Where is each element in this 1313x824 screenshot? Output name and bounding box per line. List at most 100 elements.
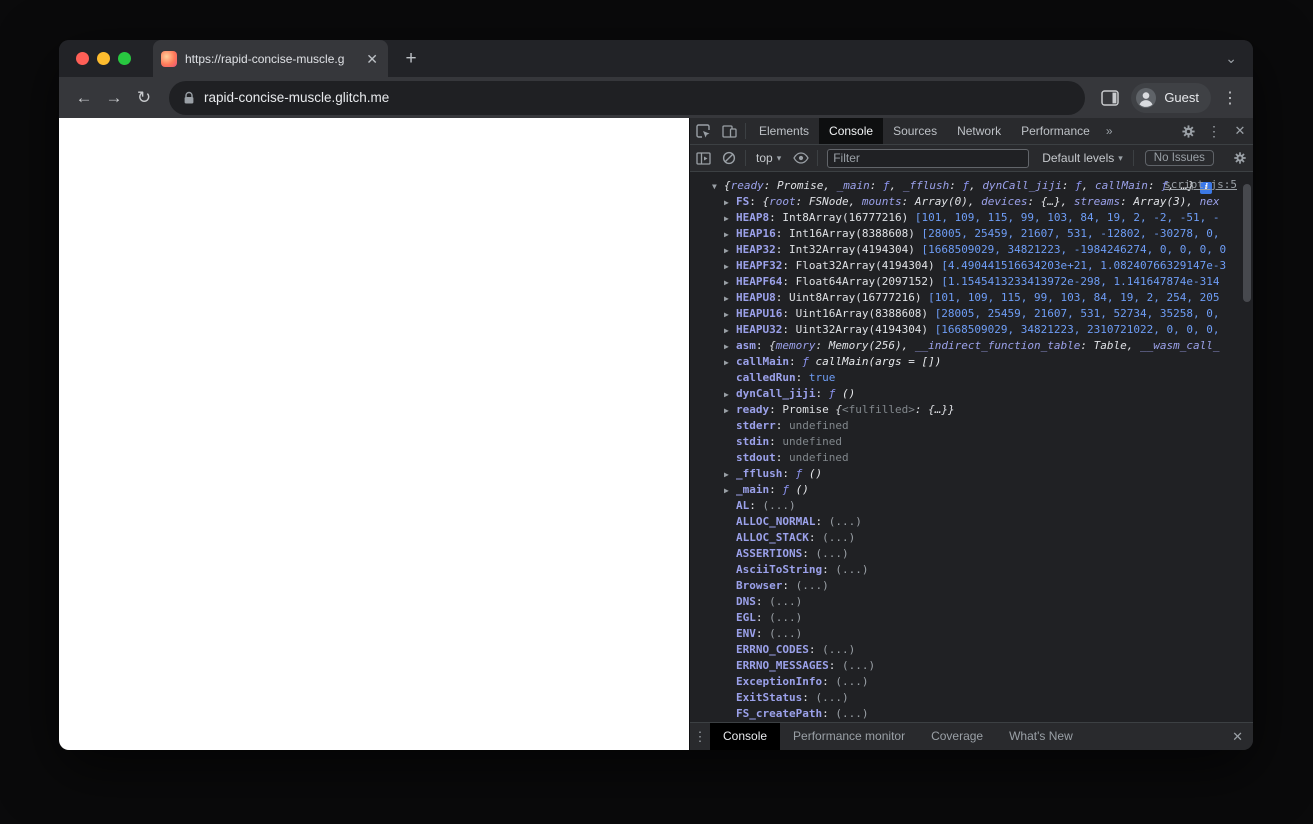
browser-menu-button[interactable]: ⋮ xyxy=(1217,88,1243,108)
expand-arrow-icon[interactable]: ▶ xyxy=(724,467,736,482)
devtools-settings-gear-icon[interactable] xyxy=(1175,118,1201,144)
console-text-segment: __wasm_call_ xyxy=(1140,339,1220,352)
console-text-segment: : Array(3), xyxy=(1120,195,1200,208)
address-bar[interactable]: rapid-concise-muscle.glitch.me xyxy=(169,80,1086,115)
drawer-tab-whats-new[interactable]: What's New xyxy=(996,723,1086,750)
side-panel-icon[interactable] xyxy=(1095,83,1125,113)
browser-tab[interactable]: https://rapid-concise-muscle.g ✕ xyxy=(153,40,388,77)
console-text-segment: : xyxy=(755,627,770,640)
expand-arrow-icon[interactable]: ▶ xyxy=(724,387,736,402)
console-text-segment: ready xyxy=(730,179,764,192)
console-text-segment: HEAPU16 xyxy=(736,307,783,320)
console-scrollbar-thumb[interactable] xyxy=(1243,184,1251,302)
issues-counter-button[interactable]: No Issues xyxy=(1144,150,1214,166)
expand-arrow-icon[interactable]: ▶ xyxy=(724,323,736,338)
devtools-tab-console[interactable]: Console xyxy=(819,118,884,144)
console-text-segment: memory xyxy=(775,339,816,352)
expand-arrow-icon[interactable]: ▶ xyxy=(724,275,736,290)
page-viewport[interactable] xyxy=(59,118,689,750)
console-row: ▶ HEAPF32: Float32Array(4194304) [4.49044… xyxy=(690,258,1253,274)
expand-arrow-icon[interactable]: ▶ xyxy=(724,211,736,226)
drawer-close-icon[interactable]: ✕ xyxy=(1222,729,1253,745)
separator xyxy=(1132,150,1134,166)
source-link[interactable]: script.js:5 xyxy=(1164,178,1237,191)
console-text-segment: : {…}} xyxy=(914,403,955,416)
reload-button[interactable]: ↻ xyxy=(129,83,159,113)
expand-arrow-icon[interactable]: ▶ xyxy=(724,227,736,242)
tab-title: https://rapid-concise-muscle.g xyxy=(185,51,345,66)
devtools-tab-network[interactable]: Network xyxy=(947,118,1011,144)
console-text-segment: ƒ xyxy=(1075,179,1082,192)
console-text-segment: : Promise xyxy=(769,403,836,416)
log-levels-selector[interactable]: Default levels ▾ xyxy=(1035,151,1130,165)
devtools-close-icon[interactable]: ✕ xyxy=(1227,118,1253,144)
new-tab-button[interactable]: + xyxy=(398,46,424,72)
console-text-segment: AL xyxy=(736,499,750,512)
expand-arrow-icon[interactable]: ▶ xyxy=(724,403,736,418)
console-row: ▶ ready: Promise {<fulfilled>: {…}} xyxy=(690,402,1253,418)
expand-arrow-icon[interactable]: ▶ xyxy=(724,291,736,306)
console-text-segment: stdout xyxy=(736,451,776,464)
context-label: top xyxy=(756,151,773,165)
more-tabs-icon[interactable]: » xyxy=(1100,124,1119,138)
console-text-segment: ƒ xyxy=(802,355,816,368)
tab-search-chevron-icon[interactable]: ⌄ xyxy=(1225,50,1237,67)
console-sidebar-icon[interactable] xyxy=(690,145,716,171)
console-text-segment: _fflush xyxy=(736,467,783,480)
devtools-tab-sources[interactable]: Sources xyxy=(883,118,947,144)
console-text-segment: [4.490441516634203e+21, 1.08240766329147… xyxy=(941,259,1227,272)
device-toolbar-icon[interactable] xyxy=(716,118,742,144)
minimize-window-button[interactable] xyxy=(97,52,110,65)
expand-arrow-icon[interactable]: ▶ xyxy=(724,243,736,258)
console-text-segment: Browser xyxy=(736,579,783,592)
console-text-segment: : xyxy=(782,579,796,592)
console-text-segment: : xyxy=(782,467,796,480)
console-text-segment: (...) xyxy=(769,595,803,608)
maximize-window-button[interactable] xyxy=(118,52,131,65)
console-row: ASSERTIONS: (...) xyxy=(690,546,1253,562)
profile-name: Guest xyxy=(1164,90,1199,105)
forward-button[interactable]: → xyxy=(99,83,129,113)
live-expression-eye-icon[interactable] xyxy=(788,145,814,171)
console-text-segment: (...) xyxy=(835,563,869,576)
separator xyxy=(817,150,819,166)
back-button[interactable]: ← xyxy=(69,83,99,113)
toolbar-right-icons: Guest ⋮ xyxy=(1095,82,1243,113)
devtools-tab-performance[interactable]: Performance xyxy=(1011,118,1100,144)
inspect-element-icon[interactable] xyxy=(690,118,716,144)
console-settings-gear-icon[interactable] xyxy=(1227,145,1253,171)
console-output-area[interactable]: script.js:5 ▼ {ready: Promise, _main: ƒ, … xyxy=(690,172,1253,722)
devtools-menu-kebab-icon[interactable]: ⋮ xyxy=(1201,118,1227,144)
expand-arrow-icon[interactable]: ▶ xyxy=(724,259,736,274)
console-text-segment: : Int32Array(4194304) xyxy=(775,243,922,256)
console-text-segment: : Table, xyxy=(1080,339,1141,352)
drawer-menu-kebab-icon[interactable]: ⋮ xyxy=(690,729,710,745)
console-text-segment: calledRun xyxy=(736,371,796,384)
console-text-segment: : xyxy=(755,611,770,624)
console-text-segment: callMain xyxy=(736,355,789,368)
profile-button[interactable]: Guest xyxy=(1131,82,1211,113)
console-row: ERRNO_CODES: (...) xyxy=(690,642,1253,658)
tab-close-icon[interactable]: ✕ xyxy=(364,50,380,68)
console-text-segment: , xyxy=(889,179,903,192)
collapse-arrow-icon[interactable]: ▼ xyxy=(712,179,724,194)
console-filter-input[interactable] xyxy=(827,148,1030,168)
context-selector[interactable]: top ▾ xyxy=(749,151,788,165)
console-text-segment: _fflush xyxy=(902,179,950,192)
expand-arrow-icon[interactable]: ▶ xyxy=(724,339,736,354)
drawer-tab-console[interactable]: Console xyxy=(710,723,781,750)
console-text-segment: stdin xyxy=(736,435,770,448)
expand-arrow-icon[interactable]: ▶ xyxy=(724,355,736,370)
console-text-segment: : FSNode, xyxy=(795,195,862,208)
console-text-segment: HEAPF32 xyxy=(736,259,783,272)
console-text-segment: : xyxy=(949,179,963,192)
expand-arrow-icon[interactable]: ▶ xyxy=(724,483,736,498)
console-text-segment: : xyxy=(749,499,763,512)
close-window-button[interactable] xyxy=(76,52,89,65)
expand-arrow-icon[interactable]: ▶ xyxy=(724,307,736,322)
clear-console-icon[interactable] xyxy=(716,145,742,171)
devtools-tab-elements[interactable]: Elements xyxy=(749,118,819,144)
drawer-tab-performance-monitor[interactable]: Performance monitor xyxy=(780,723,918,750)
expand-arrow-icon[interactable]: ▶ xyxy=(724,195,736,210)
drawer-tab-coverage[interactable]: Coverage xyxy=(918,723,996,750)
